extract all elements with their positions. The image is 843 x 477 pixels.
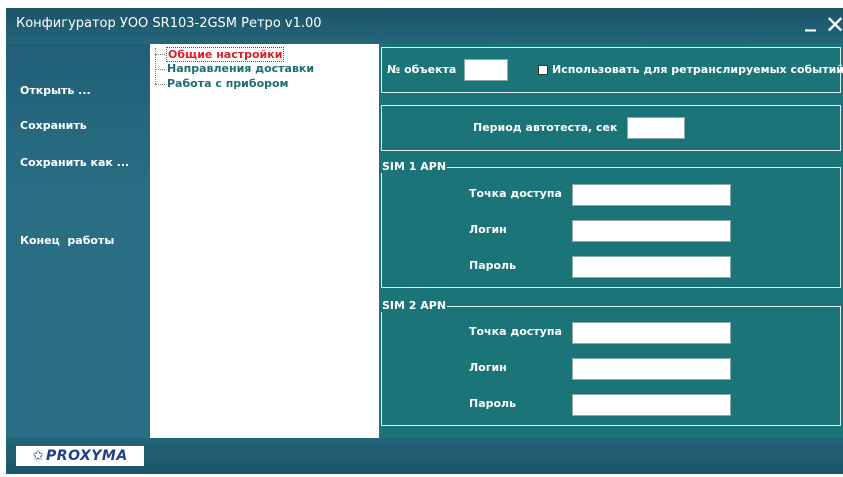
app-window: Конфигуратор УОО SR103-2GSM Ретро v1.00 … bbox=[6, 8, 843, 474]
autotest-field[interactable] bbox=[627, 117, 685, 139]
close-button[interactable]: ✕ bbox=[825, 11, 843, 39]
sim1-password-label: Пароль bbox=[469, 259, 517, 272]
title-bar[interactable]: Конфигуратор УОО SR103-2GSM Ретро v1.00 … bbox=[6, 8, 843, 44]
tree-connector bbox=[155, 84, 165, 85]
logo-text: PROXYMA bbox=[46, 448, 128, 464]
open-button[interactable]: Открыть ... bbox=[20, 84, 91, 97]
exit-button[interactable]: Конец работы bbox=[20, 234, 114, 247]
tree-connector bbox=[155, 69, 165, 70]
settings-panel: № объекта Использовать для ретранслируем… bbox=[379, 44, 843, 438]
sim1-password-field[interactable] bbox=[572, 256, 731, 278]
proxyma-logo: ✩ PROXYMA bbox=[16, 446, 144, 466]
sim1-access-point-label: Точка доступа bbox=[469, 187, 562, 200]
sim1-access-point-field[interactable] bbox=[572, 184, 731, 206]
tree-item-delivery-directions[interactable]: Направления доставки bbox=[167, 62, 314, 75]
sim2-password-label: Пароль bbox=[469, 397, 517, 410]
sim1-legend: SIM 1 APN bbox=[381, 160, 448, 173]
sim2-login-field[interactable] bbox=[572, 358, 731, 380]
retransmit-label: Использовать для ретранслируемых событий bbox=[552, 63, 843, 76]
autotest-label: Период автотеста, сек bbox=[473, 121, 618, 134]
save-as-button[interactable]: Сохранить как ... bbox=[20, 156, 129, 169]
tree-connector bbox=[155, 54, 165, 55]
sim1-login-field[interactable] bbox=[572, 220, 731, 242]
sim1-login-label: Логин bbox=[469, 223, 507, 236]
sim2-access-point-label: Точка доступа bbox=[469, 325, 562, 338]
tree-item-device-operations[interactable]: Работа с прибором bbox=[167, 77, 289, 90]
object-number-label: № объекта bbox=[387, 63, 457, 76]
autotest-group: Период автотеста, сек bbox=[381, 105, 841, 151]
sim2-legend: SIM 2 APN bbox=[381, 299, 448, 312]
object-number-field[interactable] bbox=[464, 59, 508, 81]
retransmit-checkbox[interactable] bbox=[538, 65, 548, 75]
window-title: Конфигуратор УОО SR103-2GSM Ретро v1.00 bbox=[16, 16, 322, 31]
tree-item-general-settings[interactable]: Общие настройки bbox=[166, 47, 285, 62]
settings-tree: Общие настройки Направления доставки Раб… bbox=[150, 44, 379, 438]
minimize-button[interactable]: _ bbox=[805, 8, 816, 32]
footer: ✩ PROXYMA bbox=[6, 438, 843, 474]
save-button[interactable]: Сохранить bbox=[20, 119, 87, 132]
sim2-password-field[interactable] bbox=[572, 394, 731, 416]
sim2-access-point-field[interactable] bbox=[572, 322, 731, 344]
star-icon: ✩ bbox=[32, 448, 45, 464]
sim2-login-label: Логин bbox=[469, 361, 507, 374]
sidebar: Открыть ... Сохранить Сохранить как ... … bbox=[6, 44, 146, 436]
object-group: № объекта Использовать для ретранслируем… bbox=[381, 47, 843, 93]
